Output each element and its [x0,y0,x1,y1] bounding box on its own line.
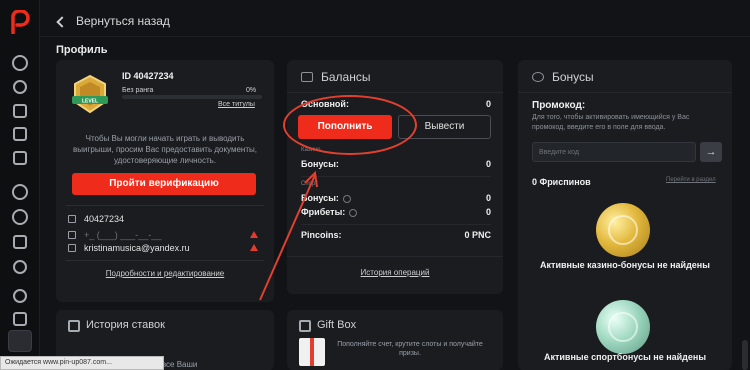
level-badge-icon: LEVEL [72,74,108,114]
gift-icon [299,320,311,332]
email-value: kristinamusica@yandex.ru [84,243,190,253]
profile-card: LEVEL ID 40427234 Без ранга 0% Все титул… [56,60,274,302]
casino-bonus-value: 0 [485,159,491,169]
app-window: Вернуться назад Профиль LEVEL ID 4042723… [0,0,750,370]
main-balance-value: 0 [485,99,491,109]
freespins-link[interactable]: Перейти в раздел [666,177,716,183]
chat-support-icon[interactable] [8,330,32,352]
header-divider [40,36,750,37]
pincoins-value: 0 PNC [464,230,491,240]
back-button[interactable]: Вернуться назад [56,14,170,28]
sport-bonus-row: Бонусы: 0 [301,193,491,203]
promo-submit-button[interactable]: → [700,142,722,162]
gift-ribbon [310,338,314,366]
chevron-left-icon [56,15,68,28]
freebets-row: Фрибеты: 0 [301,207,491,217]
left-rail [0,0,40,370]
profile-icon[interactable] [12,55,28,71]
details-edit-link[interactable]: Подробности и редактирование [66,269,264,278]
sport-bonuses-empty: Активные спортбонусы не найдены [543,352,707,362]
back-label: Вернуться назад [76,14,170,28]
pinup-logo[interactable] [9,10,31,34]
info-icon[interactable] [342,194,351,203]
gift-box-card: Gift Box Пополняйте счет, крутите слоты … [287,310,503,370]
profile-divider [66,205,264,206]
balances-divider [301,176,491,177]
account-id-row: 40427234 [68,214,124,224]
sport-coin-icon [596,300,650,354]
browser-status-bar: Ожидается www.pin-up087.com... [0,356,164,370]
freebets-value: 0 [485,207,491,217]
phone-row[interactable]: +_ (___) ___-__-__ [68,230,161,240]
badge-label: LEVEL [82,99,98,105]
casino-bonuses-empty: Активные казино-бонусы не найдены [540,260,710,270]
balances-title: Балансы [321,70,371,84]
annotation-arrow-icon [259,170,318,301]
user-id: ID 40427234 [122,71,174,81]
football-icon[interactable] [12,184,28,200]
user-icon[interactable] [13,80,27,94]
mail-icon [68,244,76,252]
gift-box-text: Пополняйте счет, крутите слоты и получай… [337,341,483,357]
promo-code-input[interactable]: Введите код [532,142,696,162]
bet-history-title: История ставок [86,319,165,331]
casino-coin-icon [596,203,650,257]
rank-label: Без ранга [122,87,154,94]
pincoin-icon[interactable] [13,289,27,303]
casino-bonus-row: Бонусы: 0 [301,159,491,169]
verify-button[interactable]: Пройти верификацию [72,173,256,195]
verification-text: Чтобы Вы могли начать играть и выводить … [73,134,257,165]
coin-ring [608,215,638,245]
sport-bonus-value: 0 [485,193,491,203]
balances-divider [287,92,503,93]
scrollbar[interactable] [742,340,748,370]
rank-percent: 0% [246,87,257,94]
target-icon[interactable] [12,209,28,225]
promo-title: Промокод: [532,100,586,111]
rank-progress-bar [122,95,262,99]
annotation-circle [283,95,417,155]
promo-description: Для того, чтобы активировать имеющийся у… [532,114,690,131]
balances-header: Балансы [301,70,370,84]
bonuses-header: Бонусы [532,70,594,84]
cards-icon[interactable] [13,151,27,165]
gamepad-icon[interactable] [13,235,27,249]
all-titles-link[interactable]: Все титулы [218,101,255,108]
profile-divider [66,260,264,261]
info-icon[interactable] [349,208,358,217]
pincoins-row: Pincoins: 0 PNC [301,230,491,240]
wallet-icon [301,72,313,82]
receipt-icon [68,320,80,332]
freespins-count: 0 Фриспинов [532,177,591,187]
tv-icon[interactable] [13,127,27,141]
bonuses-card: Бонусы Промокод: Для того, чтобы активир… [518,60,732,370]
gift-box-title: Gift Box [317,319,357,331]
bonuses-divider [518,92,732,93]
id-card-icon [68,215,76,223]
medal-icon [532,72,544,82]
bonuses-title: Бонусы [552,70,594,84]
phone-value: +_ (___) ___-__-__ [84,230,162,240]
balances-divider [301,224,491,225]
search-globe-icon[interactable] [13,260,27,274]
page-title: Профиль [56,44,108,56]
gift-icon[interactable] [13,312,27,326]
phone-icon [68,231,76,239]
account-id: 40427234 [84,214,125,224]
gift-box-image [299,338,325,366]
email-row[interactable]: kristinamusica@yandex.ru [68,243,190,253]
coin-ring [608,312,638,342]
rocket-icon[interactable] [13,104,27,118]
